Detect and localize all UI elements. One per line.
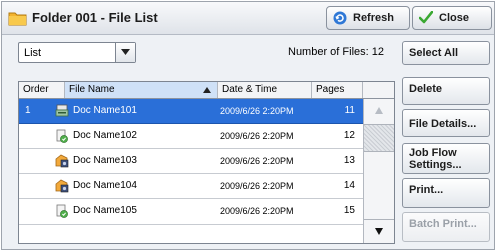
table-row[interactable]: Doc Name105 2009/6/26 2:20PM 15 bbox=[19, 199, 363, 225]
view-mode-value: List bbox=[24, 47, 42, 59]
row-file-name: Doc Name104 bbox=[73, 180, 137, 191]
table-row[interactable]: Doc Name104 2009/6/26 2:20PM 14 bbox=[19, 174, 363, 199]
refresh-button-label: Refresh bbox=[353, 12, 394, 24]
row-file-name: Doc Name102 bbox=[73, 130, 137, 141]
file-list-window: Folder 001 - File List Refresh Close Lis… bbox=[1, 1, 495, 250]
row-date-time: 2009/6/26 2:20PM bbox=[220, 156, 294, 166]
refresh-icon bbox=[333, 11, 347, 25]
row-pages: 11 bbox=[344, 105, 355, 116]
column-header-order[interactable]: Order bbox=[19, 82, 65, 98]
scan-document-icon bbox=[55, 104, 69, 117]
close-button-label: Close bbox=[439, 12, 469, 24]
column-header-file-name[interactable]: File Name bbox=[65, 82, 218, 98]
row-order bbox=[25, 174, 55, 198]
dropdown-toggle[interactable] bbox=[115, 43, 135, 62]
job-flow-settings-label-line1: Job Flow bbox=[409, 147, 457, 159]
column-header-spacer bbox=[363, 82, 394, 98]
row-pages: 15 bbox=[343, 205, 355, 216]
row-order: 1 bbox=[25, 105, 31, 116]
column-header-pages[interactable]: Pages bbox=[312, 82, 363, 98]
chevron-down-icon bbox=[121, 49, 130, 55]
table-header: Order File Name Date & Time Pages bbox=[19, 82, 394, 99]
row-order bbox=[25, 199, 55, 223]
scroll-up-button[interactable] bbox=[364, 99, 394, 123]
batch-print-button[interactable]: Batch Print... bbox=[402, 212, 490, 242]
folder-icon bbox=[8, 12, 27, 26]
row-date-time: 2009/6/26 2:20PM bbox=[220, 131, 294, 141]
row-order bbox=[25, 149, 55, 173]
scroll-thumb[interactable] bbox=[364, 124, 394, 152]
file-details-button[interactable]: File Details... bbox=[402, 109, 490, 137]
job-flow-settings-button[interactable]: Job Flow Settings... bbox=[402, 143, 490, 174]
scroll-down-button[interactable] bbox=[364, 219, 394, 243]
page-title: Folder 001 - File List bbox=[32, 10, 158, 25]
row-order bbox=[25, 124, 55, 148]
file-table: Order File Name Date & Time Pages 1 Doc … bbox=[18, 81, 395, 244]
row-date-time: 2009/6/26 2:20PM bbox=[220, 106, 294, 116]
select-all-button[interactable]: Select All bbox=[402, 41, 490, 65]
mailbox-document-icon bbox=[55, 179, 69, 193]
table-row[interactable]: 1 Doc Name101 2009/6/26 2:20PM 11 bbox=[19, 99, 363, 124]
arrow-up-icon bbox=[375, 107, 383, 114]
print-button[interactable]: Print... bbox=[402, 178, 490, 208]
refresh-button[interactable]: Refresh bbox=[326, 6, 410, 30]
title-bar: Folder 001 - File List Refresh Close bbox=[2, 2, 494, 35]
mailbox-document-icon bbox=[55, 154, 69, 168]
table-row[interactable]: Doc Name102 2009/6/26 2:20PM 12 bbox=[19, 124, 363, 149]
row-date-time: 2009/6/26 2:20PM bbox=[220, 206, 294, 216]
checkmark-icon bbox=[419, 11, 433, 24]
view-mode-dropdown[interactable]: List bbox=[18, 42, 136, 63]
close-button[interactable]: Close bbox=[412, 6, 492, 30]
file-count-value: 12 bbox=[371, 46, 385, 58]
fax-document-icon bbox=[56, 129, 68, 143]
row-file-name: Doc Name103 bbox=[73, 155, 137, 166]
fax-document-icon bbox=[56, 204, 68, 218]
column-header-date-time[interactable]: Date & Time bbox=[218, 82, 312, 98]
table-row[interactable]: Doc Name103 2009/6/26 2:20PM 13 bbox=[19, 149, 363, 174]
row-pages: 13 bbox=[343, 155, 355, 166]
job-flow-settings-label-line2: Settings... bbox=[409, 159, 462, 171]
row-file-name: Doc Name105 bbox=[73, 205, 137, 216]
file-count-label: Number of Files: bbox=[288, 46, 369, 58]
row-pages: 12 bbox=[343, 130, 355, 141]
row-file-name: Doc Name101 bbox=[73, 105, 137, 116]
column-header-file-name-label: File Name bbox=[69, 84, 115, 95]
delete-button[interactable]: Delete bbox=[402, 77, 490, 105]
sort-ascending-icon bbox=[203, 87, 211, 93]
file-count: Number of Files: 12 bbox=[288, 46, 384, 58]
row-pages: 14 bbox=[343, 180, 355, 191]
table-scrollbar[interactable] bbox=[363, 99, 394, 243]
arrow-down-icon bbox=[375, 228, 383, 235]
row-date-time: 2009/6/26 2:20PM bbox=[220, 181, 294, 191]
